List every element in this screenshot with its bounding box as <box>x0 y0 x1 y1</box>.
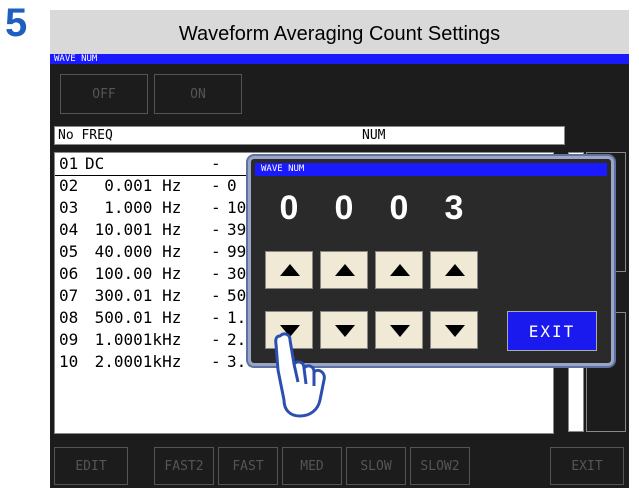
row-from: 2.0001kHz <box>85 352 182 371</box>
row-dash: - <box>211 286 221 305</box>
row-from: 0.001 Hz <box>85 176 182 195</box>
slow-button[interactable]: SLOW <box>346 447 406 485</box>
digit-1-up-button[interactable] <box>265 251 313 289</box>
row-to: 10 <box>227 198 247 217</box>
row-dash: - <box>211 330 221 349</box>
row-from: 500.01 Hz <box>85 308 182 327</box>
med-button[interactable]: MED <box>282 447 342 485</box>
digit-3-down-button[interactable] <box>375 311 423 349</box>
row-from: 40.000 Hz <box>85 242 182 261</box>
screen-header: WAVE NUM <box>50 54 629 64</box>
edit-button[interactable]: EDIT <box>54 447 128 485</box>
row-from: 300.01 Hz <box>85 286 182 305</box>
row-from: 1.000 Hz <box>85 198 182 217</box>
row-to: 39 <box>227 220 247 239</box>
arrow-up-icon <box>390 264 410 276</box>
exit-bottom-button[interactable]: EXIT <box>550 447 624 485</box>
row-from: 10.001 Hz <box>85 220 182 239</box>
digit-4-down-button[interactable] <box>430 311 478 349</box>
row-index: 10 <box>59 352 79 371</box>
arrow-down-icon <box>335 325 355 337</box>
row-index: 02 <box>59 176 79 195</box>
row-index: 06 <box>59 264 79 283</box>
column-no-freq: No FREQ <box>58 128 113 143</box>
row-to: 99 <box>227 242 247 261</box>
digit-3-up-button[interactable] <box>375 251 423 289</box>
pointing-hand-icon <box>274 332 326 418</box>
on-button[interactable]: ON <box>154 74 242 114</box>
row-index: 04 <box>59 220 79 239</box>
column-num: NUM <box>362 128 386 143</box>
row-to: 0 <box>227 176 237 195</box>
dialog-title: WAVE NUM <box>255 163 607 176</box>
row-to: 1. <box>227 308 247 327</box>
dialog-exit-button[interactable]: EXIT <box>507 311 597 351</box>
row-dash: - <box>211 154 221 173</box>
digit-3: 0 <box>389 189 409 227</box>
row-from: DC <box>85 154 105 173</box>
digit-1: 0 <box>279 189 299 227</box>
arrow-up-icon <box>335 264 355 276</box>
arrow-up-icon <box>280 264 300 276</box>
row-dash: - <box>211 242 221 261</box>
step-title: Waveform Averaging Count Settings <box>50 10 629 54</box>
row-dash: - <box>211 264 221 283</box>
digit-4-up-button[interactable] <box>430 251 478 289</box>
column-header: No FREQ NUM <box>54 126 565 145</box>
row-index: 03 <box>59 198 79 217</box>
row-index: 05 <box>59 242 79 261</box>
fast2-button[interactable]: FAST2 <box>154 447 214 485</box>
arrow-down-icon <box>390 325 410 337</box>
digit-2-up-button[interactable] <box>320 251 368 289</box>
row-index: 07 <box>59 286 79 305</box>
row-from: 100.00 Hz <box>85 264 182 283</box>
fast-button[interactable]: FAST <box>218 447 278 485</box>
row-dash: - <box>211 308 221 327</box>
row-dash: - <box>211 176 221 195</box>
row-to: 50 <box>227 286 247 305</box>
row-from: 1.0001kHz <box>85 330 182 349</box>
row-dash: - <box>211 352 221 371</box>
step-number: 5 <box>5 1 28 45</box>
arrow-down-icon <box>445 325 465 337</box>
digit-2: 0 <box>334 189 354 227</box>
digit-4: 3 <box>444 189 464 227</box>
arrow-up-icon <box>445 264 465 276</box>
row-to: 30 <box>227 264 247 283</box>
row-index: 01 <box>59 154 79 173</box>
off-button[interactable]: OFF <box>60 74 148 114</box>
row-dash: - <box>211 198 221 217</box>
row-index: 08 <box>59 308 79 327</box>
row-index: 09 <box>59 330 79 349</box>
slow2-button[interactable]: SLOW2 <box>410 447 470 485</box>
row-dash: - <box>211 220 221 239</box>
